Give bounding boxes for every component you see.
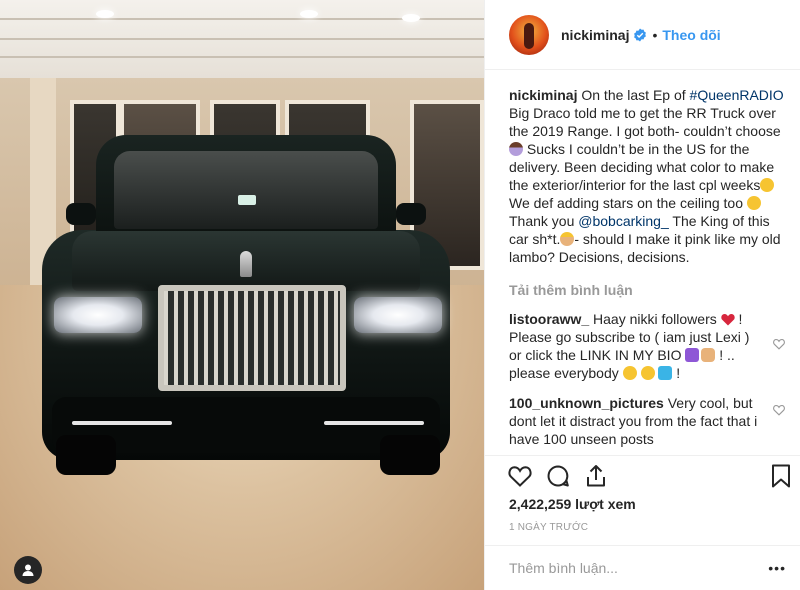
comment-username[interactable]: 100_unknown_pictures	[509, 395, 664, 411]
weary-face-emoji	[746, 196, 761, 210]
more-options-icon[interactable]: •••	[768, 560, 786, 576]
heart-small-icon[interactable]	[773, 338, 785, 350]
load-more-comments-button[interactable]: Tải thêm bình luận	[509, 282, 800, 298]
comment-username[interactable]: listooraww_	[509, 311, 589, 327]
post-media-video[interactable]	[0, 0, 484, 590]
smiling-face-emoji	[622, 366, 637, 380]
verified-badge-icon	[634, 28, 647, 41]
comment-item: listooraww_ Haay nikki followers ! Pleas…	[509, 310, 785, 382]
share-icon[interactable]	[583, 463, 609, 489]
header-username[interactable]: nickiminaj	[561, 27, 629, 43]
caption-text: Big Draco told me to get the RR Truck ov…	[509, 105, 781, 139]
post-panel: nickiminaj • Theo dõi nickiminaj On the …	[484, 0, 800, 590]
view-count: 2,422,259 lượt xem	[509, 496, 636, 512]
caption-text: We def adding stars on the ceiling too	[509, 195, 747, 211]
red-heart-emoji	[720, 314, 735, 326]
showroom-ceiling	[0, 0, 484, 78]
user-tag-button[interactable]	[14, 556, 42, 584]
purple-heart-emoji	[685, 348, 700, 362]
crown-person-emoji	[560, 232, 575, 246]
smiling-face-emoji	[640, 366, 655, 380]
mention-link[interactable]: @bobcarking_	[578, 213, 669, 229]
hashtag-link[interactable]: #QueenRADIO	[690, 87, 784, 103]
hand-emoji	[701, 348, 716, 362]
post-timestamp: 1 NGÀY TRƯỚC	[509, 522, 589, 533]
comment-text: !	[672, 365, 681, 381]
person-shrugging-emoji	[509, 142, 523, 156]
post-header: nickiminaj • Theo dõi	[485, 0, 800, 70]
user-tag-icon	[22, 564, 34, 576]
post-caption: nickiminaj On the last Ep of #QueenRADIO…	[509, 86, 785, 266]
comment-input[interactable]	[509, 560, 739, 576]
caption-username[interactable]: nickiminaj	[509, 87, 577, 103]
blue-heart-emoji	[658, 366, 673, 380]
comment-icon[interactable]	[545, 463, 571, 489]
avatar[interactable]	[509, 14, 549, 55]
post-actions	[485, 455, 800, 495]
caption-text: On the last Ep of	[581, 87, 690, 103]
caption-text: Thank you	[509, 213, 579, 229]
comment-text: Haay nikki followers	[589, 311, 721, 327]
follow-button[interactable]: Theo dõi	[662, 27, 720, 43]
comments-section: nickiminaj On the last Ep of #QueenRADIO…	[485, 70, 800, 455]
heart-icon[interactable]	[507, 463, 533, 489]
header-separator: •	[652, 26, 658, 43]
caption-text: Sucks I couldn’t be in the US for the de…	[509, 141, 775, 193]
add-comment-bar	[485, 545, 800, 590]
thinking-face-emoji	[760, 178, 775, 192]
car-image	[36, 135, 456, 475]
comment-item: 100_unknown_pictures Very cool, but dont…	[509, 394, 785, 448]
bookmark-icon[interactable]	[769, 463, 793, 489]
heart-small-icon[interactable]	[773, 404, 785, 416]
